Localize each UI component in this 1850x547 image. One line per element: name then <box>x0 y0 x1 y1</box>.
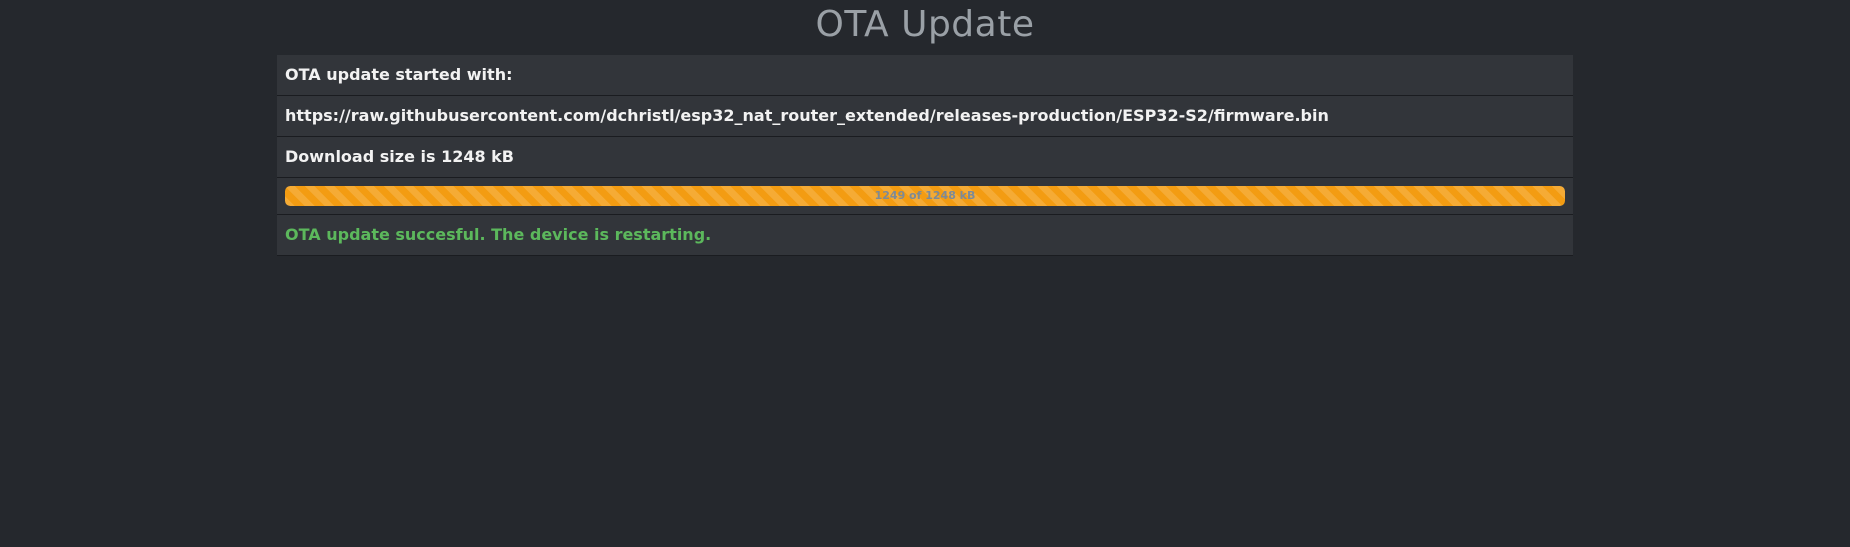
status-message: OTA update succesful. The device is rest… <box>277 215 1573 256</box>
ota-status-panel: OTA update started with: https://raw.git… <box>277 55 1573 256</box>
progress-row: 1249 of 1248 kB <box>277 178 1573 215</box>
progress-text: 1249 of 1248 kB <box>874 189 976 202</box>
download-progress-bar: 1249 of 1248 kB <box>285 186 1565 206</box>
page-title: OTA Update <box>815 4 1035 45</box>
firmware-url: https://raw.githubusercontent.com/dchris… <box>277 96 1573 137</box>
download-size: Download size is 1248 kB <box>277 137 1573 178</box>
ota-started-label: OTA update started with: <box>277 55 1573 96</box>
